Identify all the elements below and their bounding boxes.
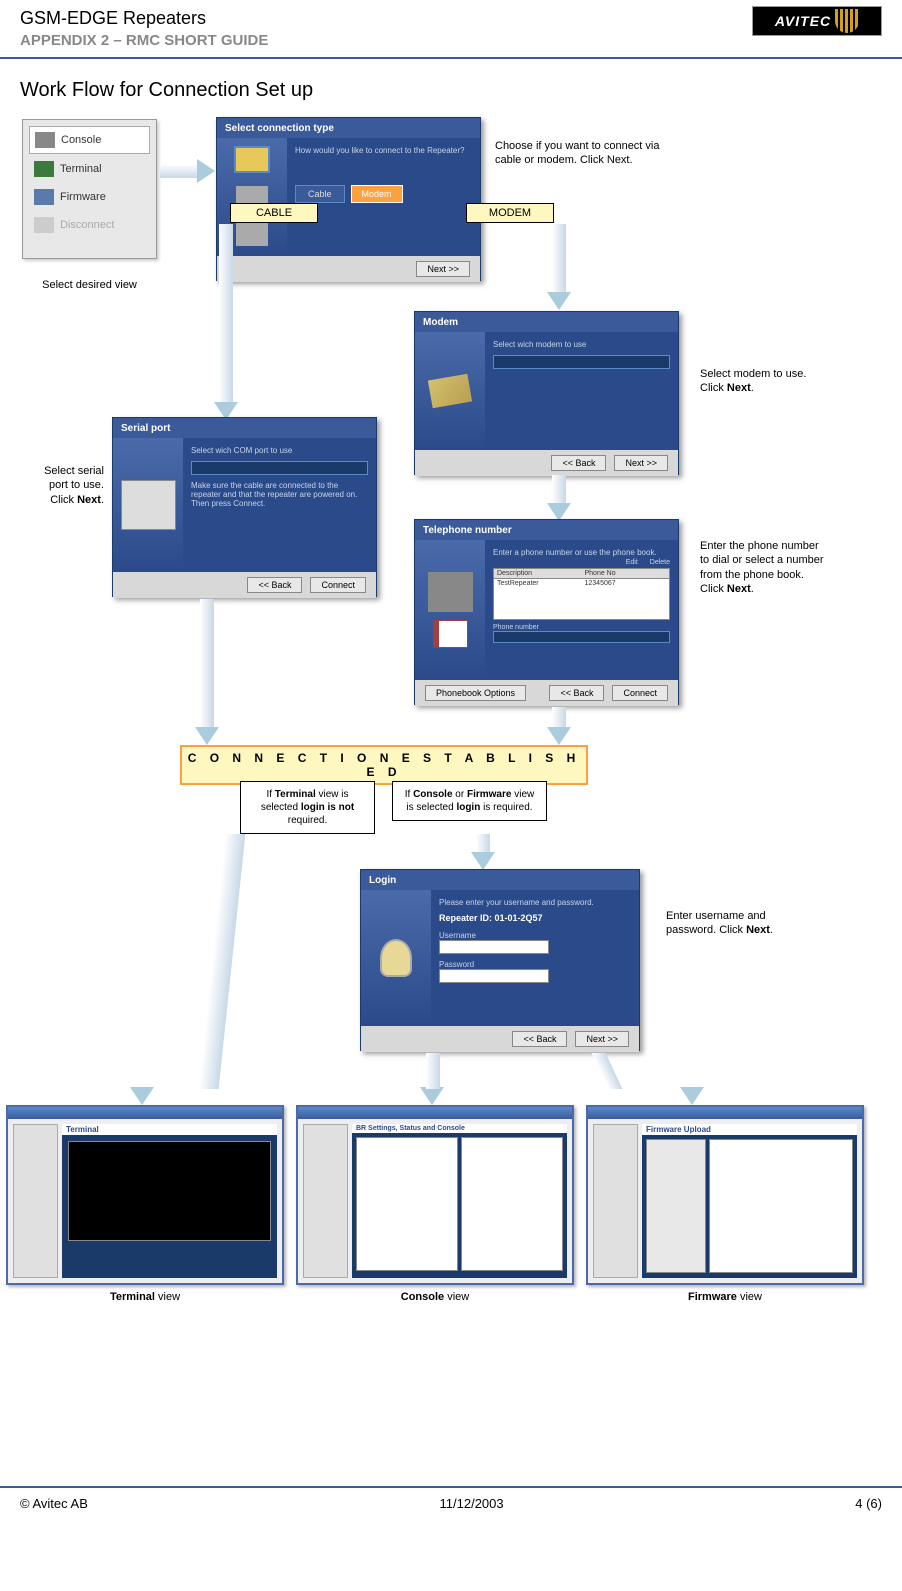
sidebar-terminal: Terminal bbox=[29, 156, 150, 182]
wizard-title: Select connection type bbox=[217, 118, 480, 138]
modem-label: MODEM bbox=[466, 203, 554, 223]
wizard-desc: Select wich COM port to use bbox=[191, 446, 368, 455]
console-view-screenshot: BR Settings, Status and Console bbox=[296, 1105, 574, 1285]
terminal-note-box: If Terminal view is selected login is no… bbox=[240, 781, 375, 834]
next-button: Next >> bbox=[614, 455, 668, 471]
sidebar-disconnect: Disconnect bbox=[29, 212, 150, 238]
firmware-view-screenshot: Firmware Upload bbox=[586, 1105, 864, 1285]
arrow-icon bbox=[130, 1087, 154, 1105]
logo: AVITEC bbox=[752, 6, 882, 36]
wizard-desc: Please enter your username and password. bbox=[439, 898, 631, 907]
wizard-telephone: Telephone number Enter a phone number or… bbox=[414, 519, 679, 705]
serial-note: Select serial port to use. Click Next. bbox=[36, 464, 104, 507]
connect-button: Connect bbox=[310, 577, 366, 593]
wizard-title: Login bbox=[361, 870, 639, 890]
cable-label: CABLE bbox=[230, 203, 318, 223]
back-button: << Back bbox=[551, 455, 606, 471]
back-button: << Back bbox=[512, 1031, 567, 1047]
wizard-desc: Select wich modem to use bbox=[493, 340, 670, 349]
modem-button: Modem bbox=[351, 185, 403, 203]
console-note-box: If Console or Firmware view is selected … bbox=[392, 781, 547, 821]
arrow-shaft bbox=[219, 224, 233, 404]
terminal-view-screenshot: Terminal bbox=[6, 1105, 284, 1285]
arrow-shaft bbox=[160, 164, 198, 178]
firmware-view-caption: Firmware view bbox=[586, 1291, 864, 1303]
conn-type-note: Choose if you want to connect via cable … bbox=[495, 139, 685, 168]
username-field bbox=[439, 940, 549, 954]
wizard-title: Telephone number bbox=[415, 520, 678, 540]
phonebook-button: Phonebook Options bbox=[425, 685, 526, 701]
sidebar-caption: Select desired view bbox=[22, 279, 157, 291]
phone-note: Enter the phone number to dial or select… bbox=[700, 539, 830, 596]
cube-icon bbox=[236, 148, 268, 171]
wizard-connection-type: Select connection type How would you lik… bbox=[216, 117, 481, 281]
arrow-icon bbox=[195, 727, 219, 745]
wizard-desc: Enter a phone number or use the phone bo… bbox=[493, 548, 670, 557]
arrow-shaft bbox=[200, 599, 214, 729]
arrow-shaft bbox=[552, 475, 566, 505]
next-button: Next >> bbox=[575, 1031, 629, 1047]
edit-link: Edit bbox=[626, 559, 638, 566]
keypad-icon bbox=[428, 572, 473, 612]
arrow-icon bbox=[547, 292, 571, 310]
section-title: Work Flow for Connection Set up bbox=[20, 79, 882, 102]
arrow-icon bbox=[420, 1087, 444, 1105]
delete-link: Delete bbox=[650, 559, 670, 566]
wizard-desc: How would you like to connect to the Rep… bbox=[295, 146, 472, 155]
terminal-view-caption: Terminal view bbox=[6, 1291, 284, 1303]
modem-card-icon bbox=[428, 374, 472, 409]
arrow-shaft bbox=[592, 1053, 623, 1089]
next-button: Next >> bbox=[416, 261, 470, 277]
login-note: Enter username and password. Click Next. bbox=[666, 909, 796, 938]
connect-button: Connect bbox=[612, 685, 668, 701]
wizard-login: Login Please enter your username and pas… bbox=[360, 869, 640, 1051]
sidebar-console: Console bbox=[29, 126, 150, 154]
connection-established-bar: C O N N E C T I O N E S T A B L I S H E … bbox=[180, 745, 588, 785]
wizard-title: Modem bbox=[415, 312, 678, 332]
phonebook-icon bbox=[433, 620, 468, 648]
page-footer: © Avitec AB 11/12/2003 4 (6) bbox=[0, 1486, 902, 1519]
footer-copyright: © Avitec AB bbox=[20, 1496, 88, 1511]
console-view-caption: Console view bbox=[296, 1291, 574, 1303]
repeater-id: Repeater ID: 01-01-2Q57 bbox=[439, 913, 631, 923]
arrow-shaft bbox=[199, 834, 246, 1089]
arrow-shaft bbox=[476, 834, 490, 854]
cube-icon bbox=[236, 223, 268, 246]
cable-icon bbox=[121, 480, 176, 530]
wizard-serial-port: Serial port Select wich COM port to use … bbox=[112, 417, 377, 597]
back-button: << Back bbox=[247, 577, 302, 593]
back-button: << Back bbox=[549, 685, 604, 701]
wizard-desc2: Make sure the cable are connected to the… bbox=[191, 481, 368, 508]
cable-button: Cable bbox=[295, 185, 345, 203]
sidebar-firmware: Firmware bbox=[29, 184, 150, 210]
footer-page: 4 (6) bbox=[855, 1496, 882, 1511]
wizard-modem: Modem Select wich modem to use << Back N… bbox=[414, 311, 679, 475]
arrow-shaft bbox=[426, 1053, 440, 1089]
arrow-icon bbox=[547, 727, 571, 745]
wizard-title: Serial port bbox=[113, 418, 376, 438]
arrow-shaft bbox=[552, 224, 566, 294]
arrow-icon bbox=[197, 159, 215, 183]
arrow-icon bbox=[680, 1087, 704, 1105]
logo-icon bbox=[835, 9, 859, 33]
sidebar-views-image: Console Terminal Firmware Disconnect bbox=[22, 119, 157, 259]
footer-date: 11/12/2003 bbox=[440, 1496, 504, 1511]
modem-note: Select modem to use. Click Next. bbox=[700, 367, 820, 396]
lock-icon bbox=[380, 939, 412, 977]
password-field bbox=[439, 969, 549, 983]
logo-text: AVITEC bbox=[775, 13, 831, 29]
arrow-icon bbox=[471, 852, 495, 870]
